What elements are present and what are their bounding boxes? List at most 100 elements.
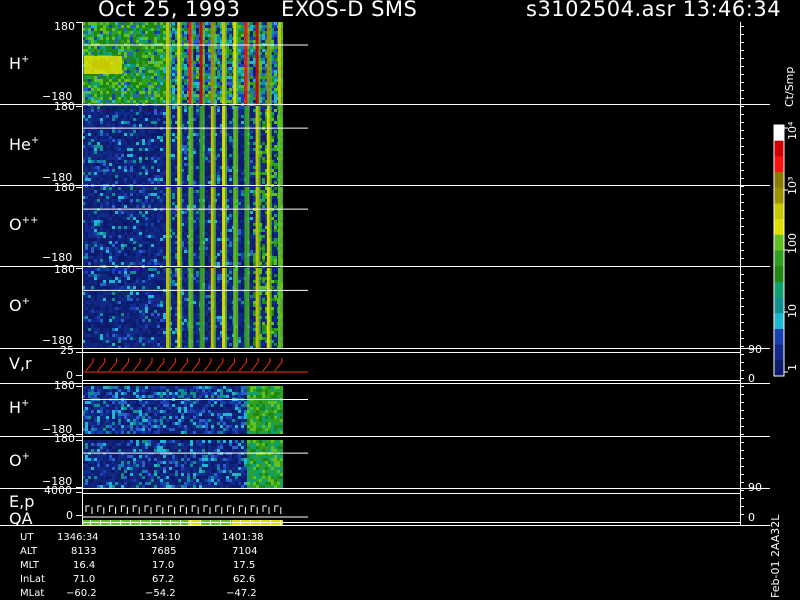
streak bbox=[244, 22, 248, 104]
colorbar-segment bbox=[774, 328, 784, 346]
qa-label: QA bbox=[9, 509, 33, 528]
streak-edge bbox=[236, 187, 239, 266]
vr-trace bbox=[85, 358, 283, 372]
streak-edge bbox=[281, 187, 283, 266]
colorbar-segment bbox=[774, 172, 784, 189]
streak bbox=[210, 106, 214, 185]
ephem-c1-inlat: 71.0 bbox=[73, 574, 96, 585]
streak bbox=[210, 22, 214, 104]
ephem-c2-mlt: 17.0 bbox=[152, 560, 175, 571]
tick-ep-top: 4000 bbox=[44, 484, 72, 497]
streak bbox=[255, 187, 259, 266]
tick-h1-top: 180 bbox=[54, 20, 75, 33]
streak-edge bbox=[258, 268, 261, 348]
streak-edge bbox=[247, 268, 250, 348]
streak bbox=[266, 22, 270, 104]
streak-edge bbox=[247, 106, 250, 185]
streak bbox=[222, 187, 225, 266]
colorbar-unit: Ct/Smp bbox=[783, 66, 796, 107]
streak bbox=[188, 106, 192, 185]
streak-edge bbox=[213, 268, 216, 348]
colorbar-segment bbox=[774, 234, 784, 251]
colorbar-segment bbox=[774, 140, 784, 157]
streak-edge bbox=[225, 22, 227, 104]
streak-edge bbox=[169, 22, 171, 104]
colorbar-segment bbox=[774, 156, 784, 173]
panel-label-o-plus-1: O+ bbox=[9, 296, 30, 315]
streak-edge bbox=[169, 187, 171, 266]
streak-edge bbox=[269, 187, 272, 266]
tick-opp-top: 180 bbox=[54, 181, 75, 194]
streak-edge bbox=[213, 22, 216, 104]
ephem-c3-ut: 1401:38 bbox=[222, 532, 264, 543]
right-tick-vr-bot: 0 bbox=[748, 372, 755, 385]
streak-edge bbox=[180, 187, 183, 266]
streak bbox=[255, 268, 259, 348]
streak-edge bbox=[169, 106, 171, 185]
ephem-c3-alt: 7104 bbox=[232, 546, 258, 557]
streak bbox=[199, 268, 203, 348]
ephem-row-inlat: InLat bbox=[20, 574, 45, 585]
streak-edge bbox=[236, 22, 239, 104]
ephem-row-ut: UT bbox=[20, 532, 34, 543]
streak bbox=[188, 187, 192, 266]
streak bbox=[266, 268, 270, 348]
panel-opp-cells bbox=[82, 187, 283, 268]
streak-edge bbox=[236, 268, 239, 348]
ephem-c1-alt: 8133 bbox=[71, 546, 97, 557]
streak-edge bbox=[202, 268, 205, 348]
streak bbox=[278, 106, 281, 185]
streak-edge bbox=[281, 22, 283, 104]
streak bbox=[255, 22, 259, 104]
tick-o2-top: 180 bbox=[54, 432, 75, 445]
ephem-c3-inlat: 62.6 bbox=[233, 574, 256, 585]
tick-vr-top: 25 bbox=[60, 344, 74, 357]
colorbar-label-1: 1 bbox=[786, 364, 799, 371]
colorbar-label-10: 10 bbox=[786, 304, 799, 318]
ephem-row-mlt: MLT bbox=[20, 560, 39, 571]
streak bbox=[233, 268, 237, 348]
tick-opp-bot: −180 bbox=[42, 251, 73, 264]
streak-edge bbox=[258, 187, 261, 266]
streak-edge bbox=[258, 22, 261, 104]
streak bbox=[266, 106, 270, 185]
colorbar-segment bbox=[774, 187, 784, 204]
streak-edge bbox=[269, 22, 272, 104]
colorbar-segment bbox=[774, 125, 784, 142]
streak-edge bbox=[281, 268, 283, 348]
streak-edge bbox=[225, 268, 227, 348]
ep-trace bbox=[85, 505, 282, 514]
streak-edge bbox=[269, 106, 272, 185]
ephem-row-alt: ALT bbox=[20, 546, 38, 557]
panel-o2-cells bbox=[82, 440, 283, 488]
streak-edge bbox=[269, 268, 272, 348]
streak-edge bbox=[281, 106, 283, 185]
streak bbox=[278, 22, 281, 104]
streak-edge bbox=[258, 106, 261, 185]
ephem-c2-inlat: 67.2 bbox=[152, 574, 175, 585]
streak-edge bbox=[247, 187, 250, 266]
streak bbox=[199, 106, 203, 185]
colorbar-segment bbox=[774, 360, 784, 377]
streak-edge bbox=[247, 22, 250, 104]
tick-he-top: 180 bbox=[54, 100, 75, 113]
panel-he-cells bbox=[82, 106, 283, 187]
colorbar-segment bbox=[774, 203, 784, 220]
streak-edge bbox=[191, 106, 194, 185]
streak bbox=[188, 268, 192, 348]
streak-edge bbox=[191, 22, 194, 104]
streak-edge bbox=[202, 187, 205, 266]
colorbar-segment bbox=[774, 313, 784, 330]
streak bbox=[199, 22, 203, 104]
streak-edge bbox=[180, 22, 183, 104]
streak bbox=[222, 106, 225, 185]
panel-label-h-plus-1: H+ bbox=[9, 54, 30, 73]
panel-label-he-plus: He+ bbox=[9, 135, 40, 154]
colorbar-segment bbox=[774, 297, 784, 314]
ephem-row-mlat: MLat bbox=[20, 588, 45, 599]
streak-edge bbox=[202, 22, 205, 104]
streak bbox=[266, 187, 270, 266]
streak bbox=[166, 106, 169, 185]
streak-edge bbox=[225, 187, 227, 266]
streak bbox=[244, 106, 248, 185]
